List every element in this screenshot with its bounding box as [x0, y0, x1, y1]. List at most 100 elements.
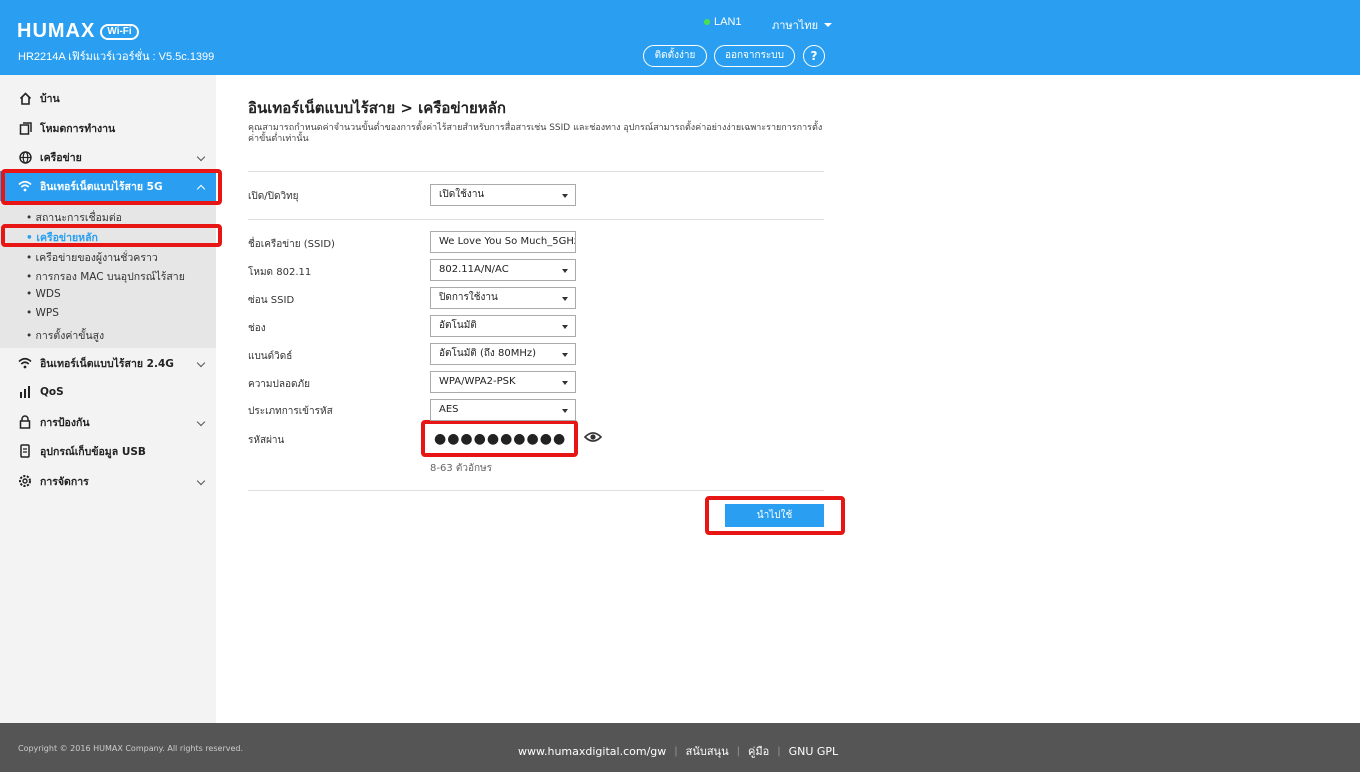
chevron-down-icon [196, 152, 206, 162]
caret-down-icon [562, 325, 568, 329]
submenu-item-wps[interactable]: • WPS [26, 307, 59, 319]
mode-label: โหมด 802.11 [248, 267, 312, 278]
radio-select[interactable]: เปิดใช้งาน [430, 184, 576, 206]
apply-button[interactable]: นำไปใช้ [725, 504, 824, 527]
submenu-item-wds[interactable]: • WDS [26, 288, 61, 300]
lan-status-label: LAN1 [714, 16, 742, 28]
sidebar-item-label: การจัดการ [40, 475, 89, 488]
encryption-label: ประเภทการเข้ารหัส [248, 406, 333, 417]
ssid-label: ชื่อเครือข่าย (SSID) [248, 239, 335, 250]
show-password-eye-icon[interactable] [583, 430, 603, 444]
submenu-label: WDS [35, 288, 61, 300]
ssid-input[interactable]: We Love You So Much_5GHz [430, 231, 576, 253]
password-hint: 8-63 ตัวอักษร [430, 463, 493, 474]
sidebar-item-wireless-24g[interactable]: อินเทอร์เน็ตแบบไร้สาย 2.4G [0, 348, 216, 378]
sidebar-item-label: เครือข่าย [40, 151, 82, 164]
security-select[interactable]: WPA/WPA2-PSK [430, 371, 576, 393]
highlight-box-main-network [1, 224, 222, 247]
bandwidth-select[interactable]: อัตโนมัติ (ถึง 80MHz) [430, 343, 576, 365]
chevron-down-icon [196, 358, 206, 368]
sidebar-item-management[interactable]: การจัดการ [0, 466, 216, 496]
radio-select-value: เปิดใช้งาน [439, 189, 485, 200]
home-icon [18, 91, 32, 105]
caret-down-icon [562, 194, 568, 198]
caret-down-icon [562, 269, 568, 273]
footer: Copyright © 2016 HUMAX Company. All righ… [0, 723, 1360, 772]
chevron-down-icon [196, 417, 206, 427]
brand-name: HUMAX [17, 20, 96, 42]
logout-button[interactable]: ออกจากระบบ [714, 45, 795, 67]
channel-label: ช่อง [248, 323, 266, 334]
submenu-item-mac-filter[interactable]: • การกรอง MAC บนอุปกรณ์ไร้สาย [26, 268, 185, 285]
separator: | [674, 745, 678, 757]
footer-links: www.humaxdigital.com/gw | สนับสนุน | คู่… [518, 742, 838, 760]
website-link[interactable]: www.humaxdigital.com/gw [518, 745, 666, 758]
separator: | [777, 745, 781, 757]
help-button[interactable]: ? [803, 45, 825, 67]
submenu-item-advanced[interactable]: • การตั้งค่าขั้นสูง [26, 327, 104, 344]
globe-icon [18, 150, 32, 164]
password-input[interactable]: ●●●●●●●●●● [430, 428, 570, 450]
usb-icon [18, 444, 32, 458]
bandwidth-label: แบนด์วิดธ์ [248, 351, 293, 362]
submenu-label: เครือข่ายของผู้งานชั่วคราว [35, 252, 158, 264]
divider [248, 219, 824, 220]
gpl-link[interactable]: GNU GPL [789, 745, 839, 758]
lan-status: LAN1 [704, 16, 742, 28]
caret-down-icon [824, 23, 833, 27]
channel-select[interactable]: อัตโนมัติ [430, 315, 576, 337]
sidebar-item-network[interactable]: เครือข่าย [0, 142, 216, 172]
language-selector[interactable]: ภาษาไทย [772, 16, 833, 34]
sidebar-item-label: การป้องกัน [40, 416, 90, 429]
caret-down-icon [562, 297, 568, 301]
security-label: ความปลอดภัย [248, 379, 310, 390]
mode-icon [18, 121, 32, 135]
sidebar-item-security[interactable]: การป้องกัน [0, 407, 216, 437]
header: HUMAX Wi-Fi HR2214A เฟิร์มแวร์เวอร์ชั่น … [0, 0, 1360, 75]
divider [248, 490, 824, 491]
page-title: อินเทอร์เน็ตแบบไร้สาย > เครือข่ายหลัก [248, 99, 507, 117]
mode-select-value: 802.11A/N/AC [439, 264, 509, 275]
sidebar-item-label: QoS [40, 386, 64, 398]
sidebar-item-label: อุปกรณ์เก็บข้อมูล USB [40, 445, 146, 458]
bandwidth-select-value: อัตโนมัติ (ถึง 80MHz) [439, 348, 537, 359]
separator: | [736, 745, 740, 757]
submenu-label: การตั้งค่าขั้นสูง [35, 330, 105, 342]
bar-chart-icon [18, 385, 32, 399]
manual-link[interactable]: คู่มือ [748, 742, 769, 760]
channel-select-value: อัตโนมัติ [439, 320, 477, 331]
submenu-item-guest-network[interactable]: • เครือข่ายของผู้งานชั่วคราว [26, 249, 158, 266]
sidebar-item-usb-storage[interactable]: อุปกรณ์เก็บข้อมูล USB [0, 436, 216, 466]
lan-status-dot-icon [704, 19, 710, 25]
encryption-select[interactable]: AES [430, 399, 576, 421]
hide-ssid-select[interactable]: ปิดการใช้งาน [430, 287, 576, 309]
sidebar-item-qos[interactable]: QoS [0, 377, 216, 407]
sidebar-item-label: อินเทอร์เน็ตแบบไร้สาย 2.4G [40, 357, 174, 370]
encryption-select-value: AES [439, 404, 459, 415]
copyright: Copyright © 2016 HUMAX Company. All righ… [18, 744, 244, 753]
caret-down-icon [562, 381, 568, 385]
firmware-version: HR2214A เฟิร์มแวร์เวอร์ชั่น : V5.5c.1399 [18, 51, 215, 63]
divider [248, 171, 824, 172]
chevron-down-icon [196, 476, 206, 486]
sidebar-item-label: โหมดการทำงาน [40, 122, 116, 135]
caret-down-icon [562, 409, 568, 413]
wifi-badge: Wi-Fi [100, 23, 139, 40]
sidebar-item-mode[interactable]: โหมดการทำงาน [0, 113, 216, 143]
wifi-icon [18, 356, 32, 370]
sidebar-item-home[interactable]: บ้าน [0, 83, 216, 113]
hide-ssid-select-value: ปิดการใช้งาน [439, 292, 498, 303]
security-select-value: WPA/WPA2-PSK [439, 376, 516, 387]
humax-logo[interactable]: HUMAX Wi-Fi [17, 20, 139, 43]
gear-icon [18, 474, 32, 488]
support-link[interactable]: สนับสนุน [686, 742, 729, 760]
highlight-box-wireless-5g [1, 169, 222, 205]
mode-select[interactable]: 802.11A/N/AC [430, 259, 576, 281]
submenu-label: สถานะการเชื่อมต่อ [35, 212, 122, 224]
lock-icon [18, 415, 32, 429]
easy-setup-button[interactable]: ติดตั้งง่าย [643, 45, 707, 67]
password-label: รหัสผ่าน [248, 435, 285, 446]
submenu-label: WPS [35, 307, 59, 319]
page-description: คุณสามารถกำหนดค่าจำนวนขั้นต่ำของการตั้งค… [248, 123, 823, 144]
radio-label: เปิด/ปิดวิทยุ [248, 191, 299, 202]
